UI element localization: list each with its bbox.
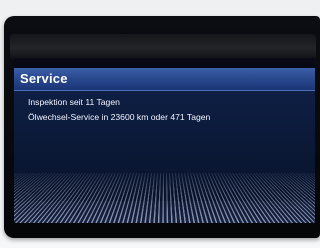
photo: Service Inspektion seit 11 Tagen Ölwechs… xyxy=(0,0,320,248)
service-header-bar: Service xyxy=(14,68,315,91)
display-screen: Service Inspektion seit 11 Tagen Ölwechs… xyxy=(14,58,315,223)
infotainment-unit: Service Inspektion seit 11 Tagen Ölwechs… xyxy=(4,16,320,238)
message-inspection: Inspektion seit 11 Tagen xyxy=(28,97,120,107)
screen-glare xyxy=(10,34,316,60)
message-oil-change-service: Ölwechsel-Service in 23600 km oder 471 T… xyxy=(28,112,211,122)
service-content: Inspektion seit 11 Tagen Ölwechsel-Servi… xyxy=(14,91,315,223)
page-title: Service xyxy=(20,71,68,86)
decorative-perspective-grid xyxy=(14,173,315,223)
